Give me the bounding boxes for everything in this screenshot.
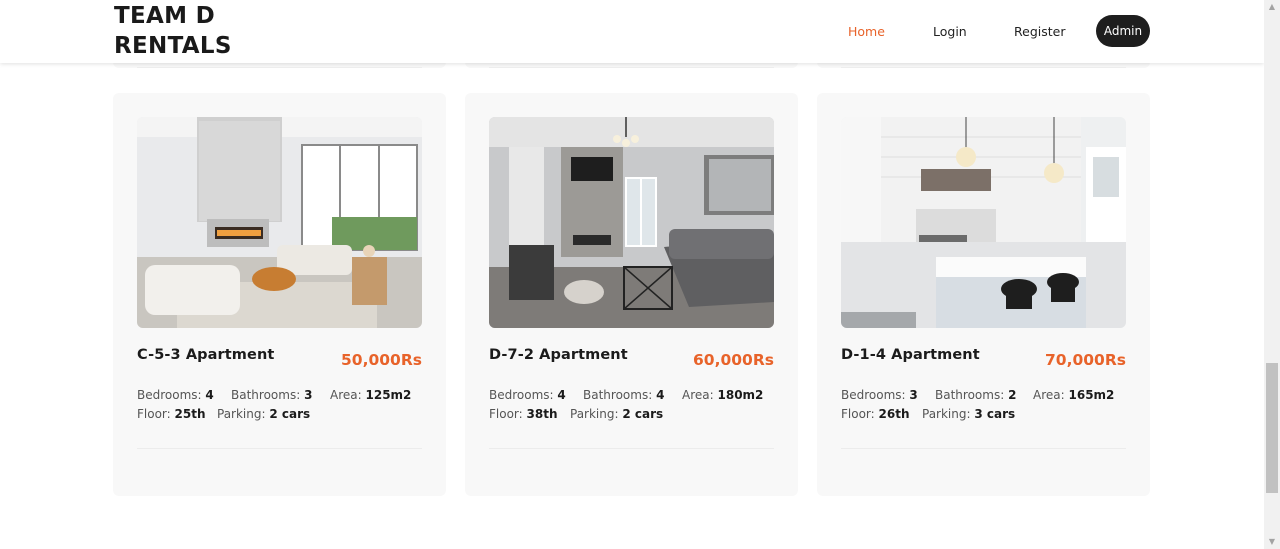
listing-specs: Bedrooms: 4 Bathrooms: 3 Area: 125m2 Floor… [137, 386, 427, 424]
scroll-thumb[interactable] [1266, 363, 1278, 493]
area-value: 180m2 [717, 388, 764, 402]
listing-price: 50,000Rs [341, 351, 422, 369]
scroll-down-icon[interactable]: ▼ [1264, 535, 1280, 549]
bedrooms-value: 4 [557, 388, 566, 402]
bathrooms-label: Bathrooms: [935, 388, 1005, 402]
nav-register-link[interactable]: Register [1014, 15, 1065, 47]
bedrooms-label: Bedrooms: [489, 388, 554, 402]
bathrooms-value: 4 [656, 388, 665, 402]
area-label: Area: [1033, 388, 1065, 402]
listing-specs: Bedrooms: 4 Bathrooms: 4 Area: 180m2 Floor… [489, 386, 779, 424]
parking-label: Parking: [570, 407, 619, 421]
parking-value: 2 cars [269, 407, 311, 421]
parking-value: 3 cars [974, 407, 1016, 421]
listing-title[interactable]: C-5-3 Apartment [137, 347, 274, 363]
site-header: TEAM D RENTALS Home Login Register Admin [0, 0, 1264, 63]
bedrooms-value: 4 [205, 388, 214, 402]
floor-label: Floor: [137, 407, 171, 421]
floor-value: 26th [878, 407, 910, 421]
listing-card[interactable]: D-1-4 Apartment 70,000Rs Bedrooms: 3 Bath… [817, 93, 1150, 496]
card-divider [841, 448, 1126, 449]
area-value: 125m2 [365, 388, 412, 402]
admin-button[interactable]: Admin [1096, 15, 1150, 47]
area-value: 165m2 [1068, 388, 1115, 402]
parking-label: Parking: [922, 407, 971, 421]
bathrooms-value: 3 [304, 388, 313, 402]
listing-card[interactable]: D-7-2 Apartment 60,000Rs Bedrooms: 4 Bath… [465, 93, 798, 496]
vertical-scrollbar[interactable]: ▲ ▼ [1264, 0, 1280, 549]
floor-value: 25th [174, 407, 206, 421]
bathrooms-label: Bathrooms: [231, 388, 301, 402]
card-divider [137, 448, 422, 449]
bathrooms-value: 2 [1008, 388, 1017, 402]
bedrooms-label: Bedrooms: [137, 388, 202, 402]
floor-value: 38th [526, 407, 558, 421]
listing-title[interactable]: D-7-2 Apartment [489, 347, 628, 363]
area-label: Area: [682, 388, 714, 402]
lounge-photo[interactable] [489, 117, 774, 328]
listing-specs: Bedrooms: 3 Bathrooms: 2 Area: 165m2 Floor… [841, 386, 1131, 424]
listing-card[interactable]: C-5-3 Apartment 50,000Rs Bedrooms: 4 Bath… [113, 93, 446, 496]
scroll-up-icon[interactable]: ▲ [1264, 0, 1280, 14]
nav-login-link[interactable]: Login [933, 15, 967, 47]
bedrooms-label: Bedrooms: [841, 388, 906, 402]
page-content: C-5-3 Apartment 50,000Rs Bedrooms: 4 Bath… [0, 0, 1264, 549]
listing-title[interactable]: D-1-4 Apartment [841, 347, 980, 363]
floor-label: Floor: [841, 407, 875, 421]
area-label: Area: [330, 388, 362, 402]
nav-home-link[interactable]: Home [848, 15, 885, 47]
parking-label: Parking: [217, 407, 266, 421]
living-room-photo[interactable] [137, 117, 422, 328]
brand-line-1: TEAM D [114, 3, 215, 29]
brand-line-2: RENTALS [114, 33, 232, 59]
floor-label: Floor: [489, 407, 523, 421]
listing-price: 60,000Rs [693, 351, 774, 369]
bathrooms-label: Bathrooms: [583, 388, 653, 402]
bedrooms-value: 3 [909, 388, 918, 402]
kitchen-photo[interactable] [841, 117, 1126, 328]
listing-price: 70,000Rs [1045, 351, 1126, 369]
brand-logo[interactable]: TEAM D RENTALS [114, 1, 232, 61]
parking-value: 2 cars [622, 407, 664, 421]
card-divider [489, 448, 774, 449]
